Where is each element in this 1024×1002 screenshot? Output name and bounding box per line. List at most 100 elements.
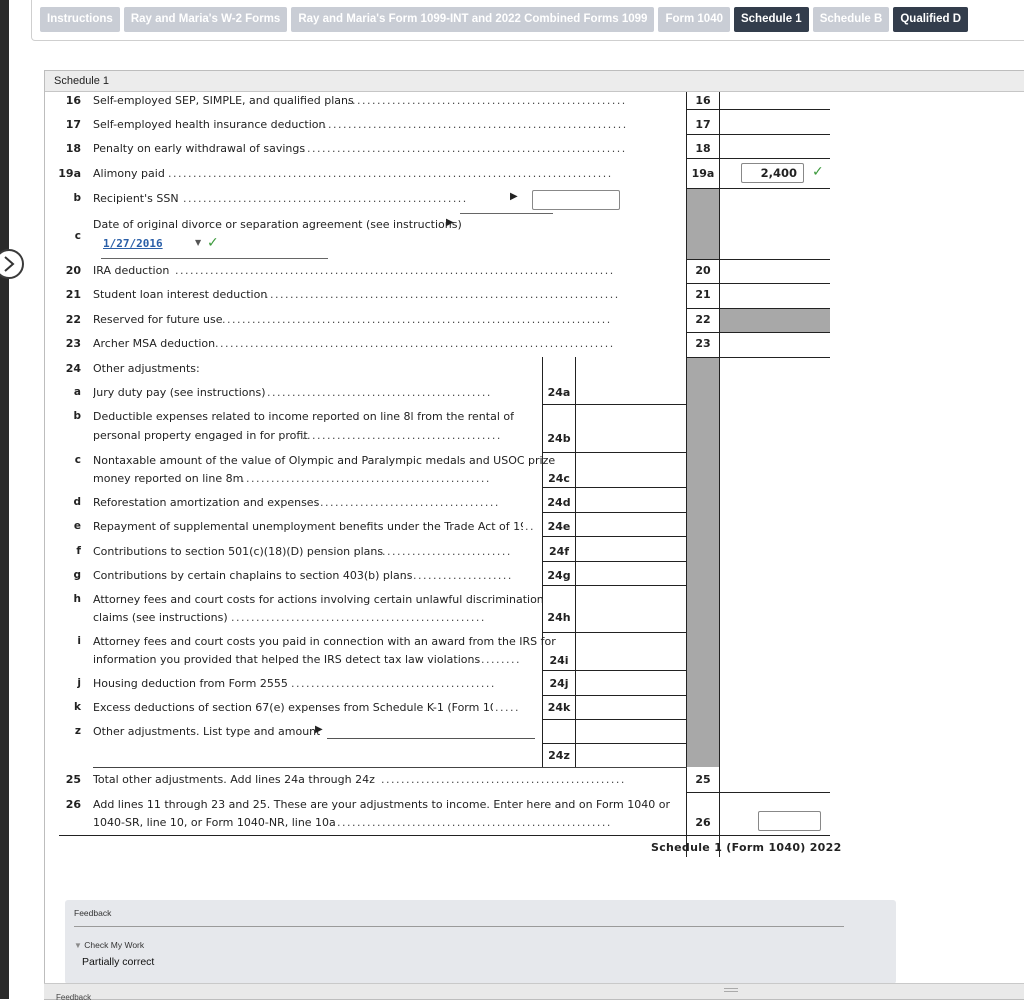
line-22-text: Reserved for future use [93,313,223,326]
tab-schedule-b[interactable]: Schedule B [812,7,890,32]
box-label: 26 [695,816,711,829]
line-number: 17 [65,118,81,131]
box-label: 24f [548,545,570,558]
rule [543,585,686,586]
line-24z-text: Other adjustments. List type and amount [93,725,321,738]
leader-dots: ........................................… [302,142,627,155]
line-26-text-1: Add lines 11 through 23 and 25. These ar… [93,798,670,811]
leader-dots: ........................................ [302,429,502,442]
line-number: 19a [58,167,81,180]
chevron-right-icon [4,256,15,272]
checkmark-icon: ✓ [812,164,824,180]
line-24b-text-1: Deductible expenses related to income re… [93,410,514,423]
rule [543,695,686,696]
line-number: 26 [65,798,81,811]
rule [543,632,686,633]
line-letter: h [73,593,81,605]
rule [93,767,687,768]
box-label: 24i [549,654,569,667]
box-label: 24j [549,677,569,690]
box-label: 18 [695,142,711,155]
dropdown-arrow-icon[interactable]: ▼ [195,238,201,247]
box-label: 24d [547,496,571,509]
line-letter: i [77,635,81,647]
check-my-work-toggle[interactable]: ▼ Check My Work [74,940,144,950]
leader-dots: .. [525,520,535,533]
line-letter: z [74,725,81,737]
alimony-paid-input[interactable]: 2,400 [741,163,804,183]
rule [687,158,830,159]
line-number: 24 [65,362,81,375]
tab-qualified-dividends[interactable]: Qualified D [893,7,969,32]
leader-dots: ..................................... [315,496,500,509]
leader-dots: .......... [471,653,521,666]
divorce-date-select[interactable]: 1/27/2016 [103,237,163,250]
rule [687,259,830,260]
date-underline [101,258,328,259]
leader-dots: ........................................… [241,472,491,485]
rule [687,308,830,309]
line-letter: j [77,677,81,689]
leader-dots: ..... [495,701,520,714]
tab-w2-forms[interactable]: Ray and Maria's W-2 Forms [123,7,288,32]
leader-dots: ........................................… [347,94,627,107]
line-21-text: Student loan interest deduction [93,288,268,301]
rule [543,561,686,562]
line-26-text-2: 1040-SR, line 10, or Form 1040-NR, line … [93,816,336,829]
line-26-input[interactable] [758,811,821,831]
leader-dots: ........................................… [337,816,612,829]
line-letter: b [73,192,81,204]
line-24k-text: Excess deductions of section 67(e) expen… [93,701,493,714]
line-20-text: IRA deduction [93,264,170,277]
line-letter: g [73,569,81,581]
check-my-work-label: Check My Work [84,940,145,950]
leader-dots: ........................................… [215,337,615,350]
tab-schedule-1[interactable]: Schedule 1 [733,7,809,32]
rule [687,134,830,135]
line-24e-text: Repayment of supplemental unemployment b… [93,520,523,533]
rule [687,109,830,110]
tab-form-1040[interactable]: Form 1040 [658,7,730,32]
line-letter: b [73,410,81,422]
leader-dots: ........................................… [265,288,620,301]
left-edge-strip [0,0,9,999]
bottom-resize-bar[interactable]: Feedback [44,983,1024,1002]
leader-dots: ........................................… [222,313,612,326]
recipient-ssn-input[interactable] [532,190,620,210]
drag-handle-icon[interactable] [724,988,738,992]
line-number: 21 [65,288,81,301]
form-bottom-rule [59,835,830,836]
box-label: 22 [695,313,711,326]
leader-dots: ........................................… [183,192,468,205]
line-24f-text: Contributions to section 501(c)(18)(D) p… [93,545,384,558]
line-24b-text-2: personal property engaged in for profit [93,429,308,442]
rule [687,283,830,284]
line-24d-text: Reforestation amortization and expenses [93,496,320,509]
box-label: 24z [548,749,570,762]
arrow-marker-icon: ▶ [510,191,518,202]
line-24c-text-2: money reported on line 8m [93,472,244,485]
rule [543,512,686,513]
shaded-cell-24 [687,357,719,767]
other-adjustments-type-input[interactable] [327,738,535,739]
box-label: 17 [695,118,711,131]
arrow-marker-icon: ▶ [446,217,454,228]
checkmark-icon: ✓ [207,235,219,251]
expand-sidebar-button[interactable] [0,249,24,279]
line-17-text: Self-employed health insurance deduction [93,118,326,131]
line-letter: c [74,230,81,242]
box-label: 23 [695,337,711,350]
leader-dots: ........................................… [318,118,628,131]
line-letter: d [73,496,81,508]
leader-dots: ........................................… [175,264,615,277]
rule [687,357,830,358]
line-24i-text-2: information you provided that helped the… [93,653,481,666]
sub-box-right-border [575,357,576,767]
tab-1099-forms[interactable]: Ray and Maria's Form 1099-INT and 2022 C… [291,7,655,32]
leader-dots: ........................................… [267,386,492,399]
leader-dots: ........................................… [168,167,613,180]
tab-instructions[interactable]: Instructions [40,7,120,32]
rule [687,332,830,333]
line-number: 16 [65,94,81,107]
caret-down-icon: ▼ [74,941,82,950]
